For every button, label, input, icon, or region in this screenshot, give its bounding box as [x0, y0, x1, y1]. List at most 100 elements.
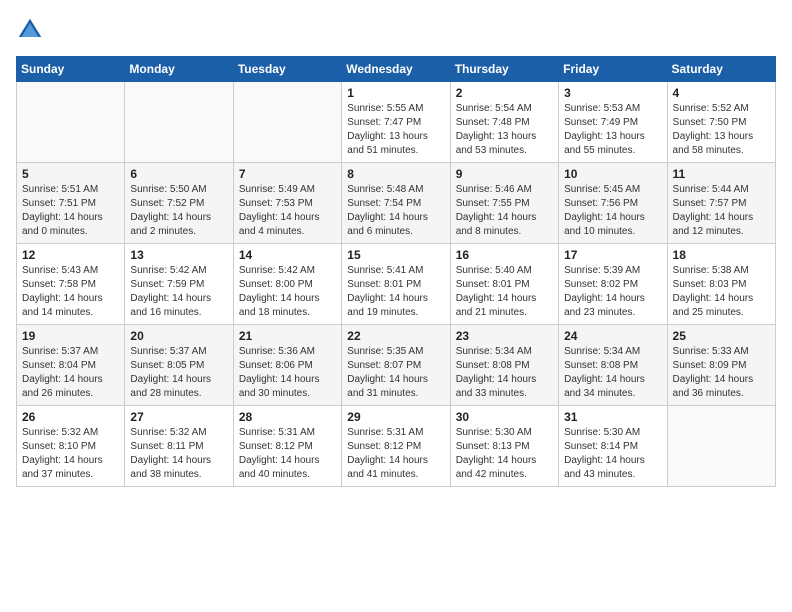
day-info: Sunrise: 5:46 AM Sunset: 7:55 PM Dayligh…: [456, 183, 553, 239]
calendar-cell: 17 Sunrise: 5:39 AM Sunset: 8:02 PM Dayli…: [559, 244, 667, 325]
week-row-4: 19 Sunrise: 5:37 AM Sunset: 8:04 PM Dayli…: [17, 325, 776, 406]
calendar-cell: 8Sunrise: 5:48 AM Sunset: 7:54 PM Daylig…: [342, 163, 450, 244]
day-info: Sunrise: 5:39 AM Sunset: 8:02 PM Dayligh…: [564, 264, 661, 320]
day-number: 23: [456, 329, 553, 343]
weekday-header-thursday: Thursday: [450, 57, 558, 82]
calendar-cell: 12 Sunrise: 5:43 AM Sunset: 7:58 PM Dayli…: [17, 244, 125, 325]
week-row-1: 1 Sunrise: 5:55 AM Sunset: 7:47 PM Daylig…: [17, 82, 776, 163]
calendar-cell: 16 Sunrise: 5:40 AM Sunset: 8:01 PM Dayli…: [450, 244, 558, 325]
day-info: Sunrise: 5:54 AM Sunset: 7:48 PM Dayligh…: [456, 102, 553, 158]
day-number: 26: [22, 410, 119, 424]
day-number: 9: [456, 167, 553, 181]
day-number: 16: [456, 248, 553, 262]
calendar-cell: 21Sunrise: 5:36 AM Sunset: 8:06 PM Dayli…: [233, 325, 341, 406]
day-number: 30: [456, 410, 553, 424]
day-number: 11: [673, 167, 770, 181]
day-info: Sunrise: 5:38 AM Sunset: 8:03 PM Dayligh…: [673, 264, 770, 320]
calendar-cell: 11 Sunrise: 5:44 AM Sunset: 7:57 PM Dayli…: [667, 163, 775, 244]
day-info: Sunrise: 5:43 AM Sunset: 7:58 PM Dayligh…: [22, 264, 119, 320]
day-info: Sunrise: 5:31 AM Sunset: 8:12 PM Dayligh…: [239, 426, 336, 482]
weekday-header-row: SundayMondayTuesdayWednesdayThursdayFrid…: [17, 57, 776, 82]
day-number: 10: [564, 167, 661, 181]
calendar: SundayMondayTuesdayWednesdayThursdayFrid…: [16, 56, 776, 487]
day-number: 2: [456, 86, 553, 100]
day-number: 24: [564, 329, 661, 343]
week-row-5: 26 Sunrise: 5:32 AM Sunset: 8:10 PM Dayli…: [17, 406, 776, 487]
day-info: Sunrise: 5:44 AM Sunset: 7:57 PM Dayligh…: [673, 183, 770, 239]
day-number: 14: [239, 248, 336, 262]
day-info: Sunrise: 5:32 AM Sunset: 8:10 PM Dayligh…: [22, 426, 119, 482]
weekday-header-monday: Monday: [125, 57, 233, 82]
day-number: 1: [347, 86, 444, 100]
calendar-cell: 5 Sunrise: 5:51 AM Sunset: 7:51 PM Daylig…: [17, 163, 125, 244]
day-number: 18: [673, 248, 770, 262]
day-info: Sunrise: 5:37 AM Sunset: 8:05 PM Dayligh…: [130, 345, 227, 401]
day-number: 21: [239, 329, 336, 343]
logo: [16, 16, 48, 44]
calendar-cell: 31Sunrise: 5:30 AM Sunset: 8:14 PM Dayli…: [559, 406, 667, 487]
calendar-cell: [667, 406, 775, 487]
weekday-header-wednesday: Wednesday: [342, 57, 450, 82]
calendar-cell: 2 Sunrise: 5:54 AM Sunset: 7:48 PM Daylig…: [450, 82, 558, 163]
page-header: [16, 16, 776, 44]
calendar-cell: 3 Sunrise: 5:53 AM Sunset: 7:49 PM Daylig…: [559, 82, 667, 163]
day-number: 6: [130, 167, 227, 181]
day-number: 15: [347, 248, 444, 262]
day-info: Sunrise: 5:35 AM Sunset: 8:07 PM Dayligh…: [347, 345, 444, 401]
calendar-cell: 4Sunrise: 5:52 AM Sunset: 7:50 PM Daylig…: [667, 82, 775, 163]
calendar-cell: 19 Sunrise: 5:37 AM Sunset: 8:04 PM Dayli…: [17, 325, 125, 406]
weekday-header-sunday: Sunday: [17, 57, 125, 82]
day-info: Sunrise: 5:55 AM Sunset: 7:47 PM Dayligh…: [347, 102, 444, 158]
day-number: 8: [347, 167, 444, 181]
calendar-cell: 25 Sunrise: 5:33 AM Sunset: 8:09 PM Dayli…: [667, 325, 775, 406]
day-number: 22: [347, 329, 444, 343]
calendar-cell: 24 Sunrise: 5:34 AM Sunset: 8:08 PM Dayli…: [559, 325, 667, 406]
calendar-cell: 7 Sunrise: 5:49 AM Sunset: 7:53 PM Daylig…: [233, 163, 341, 244]
calendar-cell: 29Sunrise: 5:31 AM Sunset: 8:12 PM Dayli…: [342, 406, 450, 487]
day-number: 29: [347, 410, 444, 424]
day-info: Sunrise: 5:34 AM Sunset: 8:08 PM Dayligh…: [564, 345, 661, 401]
day-number: 3: [564, 86, 661, 100]
day-info: Sunrise: 5:51 AM Sunset: 7:51 PM Dayligh…: [22, 183, 119, 239]
day-info: Sunrise: 5:41 AM Sunset: 8:01 PM Dayligh…: [347, 264, 444, 320]
week-row-3: 12 Sunrise: 5:43 AM Sunset: 7:58 PM Dayli…: [17, 244, 776, 325]
day-number: 5: [22, 167, 119, 181]
calendar-cell: [233, 82, 341, 163]
calendar-cell: 10 Sunrise: 5:45 AM Sunset: 7:56 PM Dayli…: [559, 163, 667, 244]
day-number: 25: [673, 329, 770, 343]
day-number: 20: [130, 329, 227, 343]
day-number: 28: [239, 410, 336, 424]
calendar-cell: 18 Sunrise: 5:38 AM Sunset: 8:03 PM Dayli…: [667, 244, 775, 325]
weekday-header-saturday: Saturday: [667, 57, 775, 82]
day-info: Sunrise: 5:34 AM Sunset: 8:08 PM Dayligh…: [456, 345, 553, 401]
calendar-cell: 30 Sunrise: 5:30 AM Sunset: 8:13 PM Dayli…: [450, 406, 558, 487]
day-info: Sunrise: 5:30 AM Sunset: 8:13 PM Dayligh…: [456, 426, 553, 482]
calendar-cell: 6 Sunrise: 5:50 AM Sunset: 7:52 PM Daylig…: [125, 163, 233, 244]
day-info: Sunrise: 5:49 AM Sunset: 7:53 PM Dayligh…: [239, 183, 336, 239]
calendar-cell: 27 Sunrise: 5:32 AM Sunset: 8:11 PM Dayli…: [125, 406, 233, 487]
day-info: Sunrise: 5:45 AM Sunset: 7:56 PM Dayligh…: [564, 183, 661, 239]
calendar-cell: 20 Sunrise: 5:37 AM Sunset: 8:05 PM Dayli…: [125, 325, 233, 406]
day-info: Sunrise: 5:32 AM Sunset: 8:11 PM Dayligh…: [130, 426, 227, 482]
weekday-header-friday: Friday: [559, 57, 667, 82]
day-number: 19: [22, 329, 119, 343]
calendar-cell: [125, 82, 233, 163]
day-info: Sunrise: 5:33 AM Sunset: 8:09 PM Dayligh…: [673, 345, 770, 401]
day-info: Sunrise: 5:40 AM Sunset: 8:01 PM Dayligh…: [456, 264, 553, 320]
calendar-cell: 9 Sunrise: 5:46 AM Sunset: 7:55 PM Daylig…: [450, 163, 558, 244]
day-number: 27: [130, 410, 227, 424]
calendar-cell: 23 Sunrise: 5:34 AM Sunset: 8:08 PM Dayli…: [450, 325, 558, 406]
day-info: Sunrise: 5:50 AM Sunset: 7:52 PM Dayligh…: [130, 183, 227, 239]
day-info: Sunrise: 5:42 AM Sunset: 7:59 PM Dayligh…: [130, 264, 227, 320]
calendar-cell: 28 Sunrise: 5:31 AM Sunset: 8:12 PM Dayli…: [233, 406, 341, 487]
day-info: Sunrise: 5:37 AM Sunset: 8:04 PM Dayligh…: [22, 345, 119, 401]
day-info: Sunrise: 5:52 AM Sunset: 7:50 PM Dayligh…: [673, 102, 770, 158]
calendar-cell: 22 Sunrise: 5:35 AM Sunset: 8:07 PM Dayli…: [342, 325, 450, 406]
day-number: 12: [22, 248, 119, 262]
day-info: Sunrise: 5:42 AM Sunset: 8:00 PM Dayligh…: [239, 264, 336, 320]
calendar-cell: 14 Sunrise: 5:42 AM Sunset: 8:00 PM Dayli…: [233, 244, 341, 325]
day-info: Sunrise: 5:53 AM Sunset: 7:49 PM Dayligh…: [564, 102, 661, 158]
week-row-2: 5 Sunrise: 5:51 AM Sunset: 7:51 PM Daylig…: [17, 163, 776, 244]
day-number: 7: [239, 167, 336, 181]
day-number: 17: [564, 248, 661, 262]
